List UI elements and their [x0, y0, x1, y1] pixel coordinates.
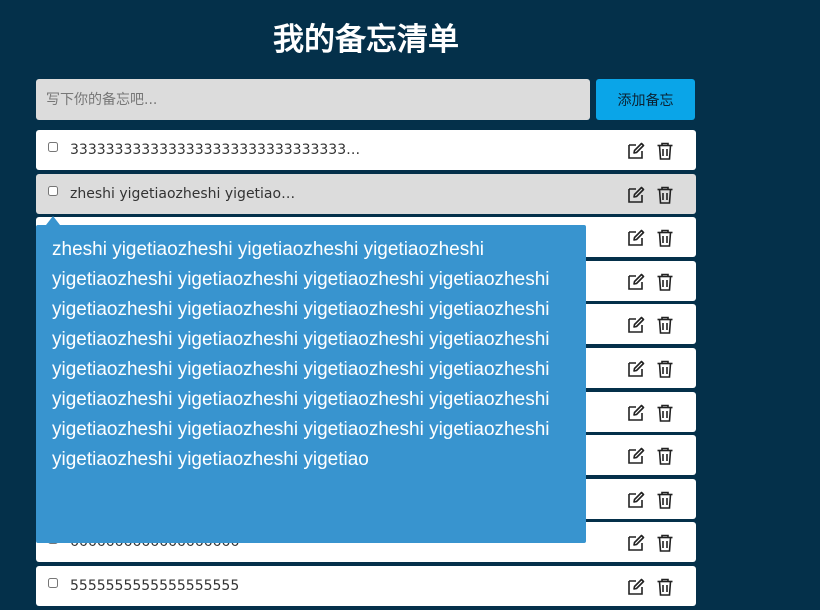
edit-icon[interactable] [626, 490, 646, 510]
memo-text: zheshi yigetiaozheshi yigetiao… [70, 185, 296, 202]
memo-item[interactable]: 3333333333333333333333333333333… [36, 130, 696, 170]
trash-icon[interactable] [655, 228, 675, 248]
trash-icon[interactable] [655, 533, 675, 553]
memo-tooltip: zheshi yigetiaozheshi yigetiaozheshi yig… [36, 225, 586, 543]
edit-icon[interactable] [626, 359, 646, 379]
memo-checkbox[interactable] [48, 142, 58, 152]
edit-icon[interactable] [626, 141, 646, 161]
edit-icon[interactable] [626, 272, 646, 292]
trash-icon[interactable] [655, 446, 675, 466]
edit-icon[interactable] [626, 577, 646, 597]
edit-icon[interactable] [626, 403, 646, 423]
trash-icon[interactable] [655, 403, 675, 423]
memo-text: 5555555555555555555 [70, 577, 240, 594]
memo-text: 3333333333333333333333333333333… [70, 142, 361, 158]
tooltip-arrow [46, 216, 60, 225]
edit-icon[interactable] [626, 185, 646, 205]
edit-icon[interactable] [626, 315, 646, 335]
memo-input[interactable] [36, 79, 590, 120]
trash-icon[interactable] [655, 272, 675, 292]
memo-item[interactable]: zheshi yigetiaozheshi yigetiao… [36, 173, 696, 214]
edit-icon[interactable] [626, 533, 646, 553]
trash-icon[interactable] [655, 359, 675, 379]
edit-icon[interactable] [626, 228, 646, 248]
trash-icon[interactable] [655, 315, 675, 335]
trash-icon[interactable] [655, 577, 675, 597]
page-title: 我的备忘清单 [273, 22, 459, 58]
add-memo-button[interactable]: 添加备忘 [596, 79, 695, 120]
trash-icon[interactable] [655, 141, 675, 161]
memo-checkbox[interactable] [48, 185, 58, 196]
trash-icon[interactable] [655, 185, 675, 205]
trash-icon[interactable] [655, 490, 675, 510]
memo-checkbox[interactable] [48, 577, 58, 588]
edit-icon[interactable] [626, 446, 646, 466]
memo-item[interactable]: 5555555555555555555 [36, 565, 696, 606]
add-memo-row: 添加备忘 [36, 79, 696, 120]
